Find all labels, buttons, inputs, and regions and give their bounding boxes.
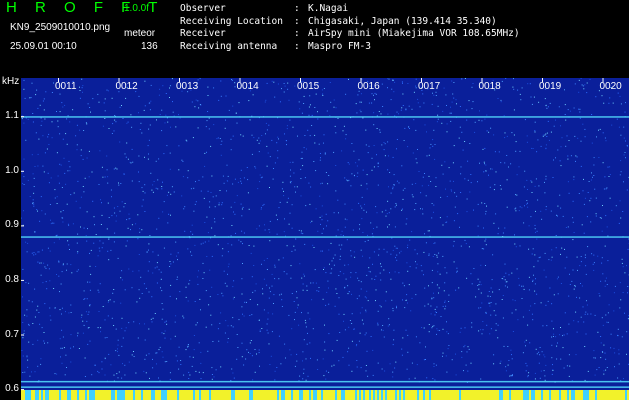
info-row-location: Receiving Location: Chigasaki, Japan (139…: [180, 15, 497, 27]
time-tick-label: 0019: [539, 81, 562, 92]
time-tick-label: 0015: [297, 81, 320, 92]
y-tick-mark: [21, 334, 24, 336]
carrier-line-4: [21, 386, 629, 388]
spectrogram-background: [21, 78, 629, 400]
spectrogram[interactable]: [21, 78, 629, 400]
y-tick-label: 0.7: [5, 328, 19, 340]
time-tick-label: 0017: [418, 81, 441, 92]
datetime-label: 25.09.01 00:10: [10, 41, 77, 52]
y-tick-mark: [21, 225, 24, 227]
info-row-antenna: Receiving antenna: Maspro FM-3: [180, 40, 371, 52]
y-tick-label: 0.6: [5, 383, 19, 395]
y-tick-mark: [21, 170, 24, 172]
time-tick-label: 0014: [236, 81, 259, 92]
time-tick-label: 0011: [55, 81, 77, 92]
y-tick-label: 0.9: [5, 219, 19, 231]
version-label: 1.0.0f: [124, 3, 150, 14]
receiver-value: AirSpy mini (Miakejima VOR 108.65MHz): [308, 28, 520, 39]
time-tick-label: 0018: [478, 81, 501, 92]
y-tick-mark: [21, 389, 24, 391]
mode-label: meteor: [124, 28, 156, 39]
antenna-value: Maspro FM-3: [308, 40, 371, 52]
carrier-line-3: [21, 380, 629, 383]
unit-label: kHz: [2, 76, 20, 87]
y-tick-label: 1.0: [5, 164, 19, 176]
info-row-receiver: Receiver: AirSpy mini (Miakejima VOR 108.…: [180, 28, 520, 39]
location-value: Chigasaki, Japan (139.414 35.340): [308, 15, 497, 27]
observer-value: K.Nagai: [308, 3, 349, 14]
carrier-line-2: [21, 236, 629, 238]
time-tick-label: 0012: [115, 81, 138, 92]
bottom-band: [21, 390, 629, 400]
y-tick-label: 0.8: [5, 273, 19, 285]
y-tick-mark: [21, 116, 24, 118]
spectrogram-canvas: [21, 78, 629, 400]
header-panel: H R O F F T 1.0.0f KN9_2509010010.png me…: [0, 0, 629, 78]
count-label: 136: [141, 41, 158, 52]
info-row-observer: Observer: K.Nagai: [180, 3, 349, 14]
info-block: Observer: K.Nagai Receiving Location: Chig…: [180, 3, 520, 53]
carrier-line-1: [21, 116, 629, 118]
time-tick-label: 0016: [357, 81, 380, 92]
y-tick-mark: [21, 279, 24, 281]
file-name: KN9_2509010010.png: [10, 22, 111, 33]
y-tick-label: 1.1: [5, 110, 19, 122]
time-tick-label: 0013: [176, 81, 199, 92]
time-tick-label: 0020: [599, 81, 622, 92]
